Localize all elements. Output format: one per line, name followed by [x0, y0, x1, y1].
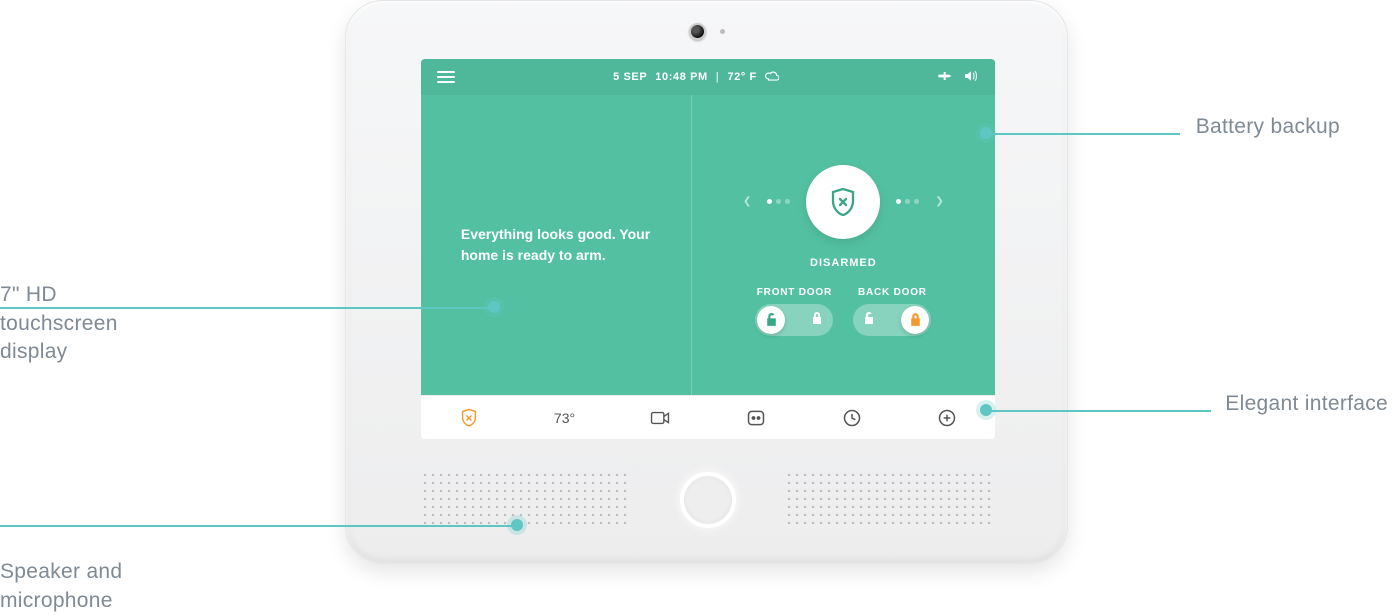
weather-icon: [765, 70, 779, 85]
shield-icon: [829, 188, 857, 216]
tab-security[interactable]: [421, 408, 517, 428]
status-time: 10:48 PM: [655, 71, 708, 83]
status-date: 5 SEP: [613, 71, 647, 83]
speaker-grill-left: [421, 471, 631, 529]
home-button[interactable]: [680, 472, 736, 528]
door-front: FRONT DOOR: [755, 287, 833, 336]
door-label: FRONT DOOR: [757, 287, 832, 298]
callout-dot: [488, 301, 500, 313]
callout-speaker: Speaker and microphone: [0, 530, 122, 615]
tab-thermostat[interactable]: 73°: [517, 410, 613, 426]
power-plug-icon: [937, 70, 953, 85]
tab-outlets[interactable]: [708, 408, 804, 428]
door-back: BACK DOOR: [853, 287, 931, 336]
door-label: BACK DOOR: [858, 287, 927, 298]
tab-bar: 73°: [421, 395, 995, 439]
lock-toggle-front[interactable]: [755, 304, 833, 336]
chevron-left-icon[interactable]: ❮: [743, 196, 751, 207]
clock-icon: [842, 408, 862, 428]
callout-dot: [980, 127, 992, 139]
status-weather: 72° F: [727, 71, 756, 83]
callout-line: [0, 307, 492, 309]
lock-icon: [811, 311, 823, 328]
callout-line: [988, 133, 1180, 135]
status-bar: 5 SEP 10:48 PM | 72° F: [421, 59, 995, 95]
status-separator: |: [716, 71, 720, 83]
front-camera: [689, 23, 725, 40]
callout-line: [0, 525, 515, 527]
plus-circle-icon: [937, 408, 957, 428]
security-panel-device: 5 SEP 10:48 PM | 72° F: [345, 0, 1068, 564]
unlock-icon: [863, 311, 875, 328]
home-screen: Everything looks good. Your home is read…: [421, 95, 995, 395]
callout-touchscreen: 7" HD touchscreen display: [0, 253, 118, 366]
callout-battery: Battery backup: [1196, 113, 1340, 141]
status-panel: Everything looks good. Your home is read…: [421, 95, 691, 395]
camera-icon: [650, 408, 670, 428]
menu-icon[interactable]: [437, 71, 455, 83]
callout-interface: Elegant interface: [1225, 390, 1388, 418]
outlet-icon: [746, 408, 766, 428]
volume-icon: [963, 69, 979, 86]
touchscreen: 5 SEP 10:48 PM | 72° F: [421, 59, 995, 439]
tab-temp-value: 73°: [554, 410, 575, 426]
door-locks: FRONT DOOR: [755, 287, 931, 336]
status-message: Everything looks good. Your home is read…: [461, 224, 651, 266]
callout-dot: [511, 519, 523, 531]
arm-state-label: DISARMED: [810, 257, 877, 269]
tab-activity[interactable]: [804, 408, 900, 428]
tab-cameras[interactable]: [612, 408, 708, 428]
arm-button[interactable]: [806, 165, 880, 239]
page-dots-left: [767, 199, 790, 204]
lock-icon: [909, 312, 922, 327]
camera-led-icon: [720, 29, 725, 34]
shield-icon: [459, 408, 479, 428]
speaker-grill-right: [785, 471, 995, 529]
camera-lens-icon: [689, 23, 706, 40]
callout-dot: [980, 404, 992, 416]
callout-line: [988, 410, 1211, 412]
chevron-right-icon[interactable]: ❯: [935, 196, 943, 207]
lock-toggle-back[interactable]: [853, 304, 931, 336]
arming-panel: ❮ ❯ DISARMED: [691, 95, 995, 395]
unlock-icon: [765, 312, 778, 327]
page-dots-right: [896, 199, 919, 204]
